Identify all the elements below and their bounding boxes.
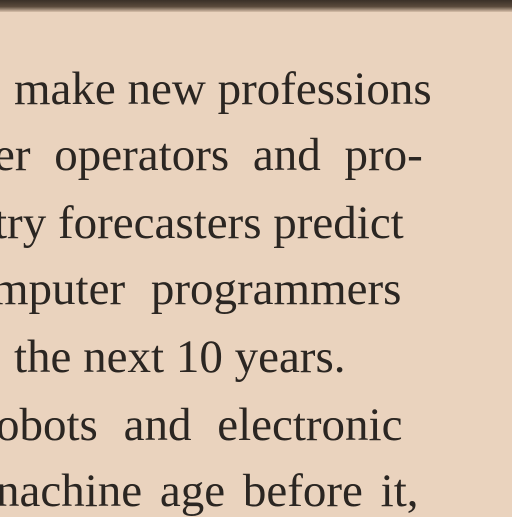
text-line: make new professions	[14, 63, 432, 115]
text-line: mputer programmers	[0, 263, 402, 315]
text-line: try forecasters predict	[0, 197, 404, 249]
page-top-edge	[0, 0, 512, 12]
text-line: er operators and pro-	[0, 129, 423, 181]
text-line: nachine age before it,	[0, 465, 419, 517]
text-line: the next 10 years.	[14, 331, 346, 383]
text-line: obots and electronic	[0, 399, 403, 451]
